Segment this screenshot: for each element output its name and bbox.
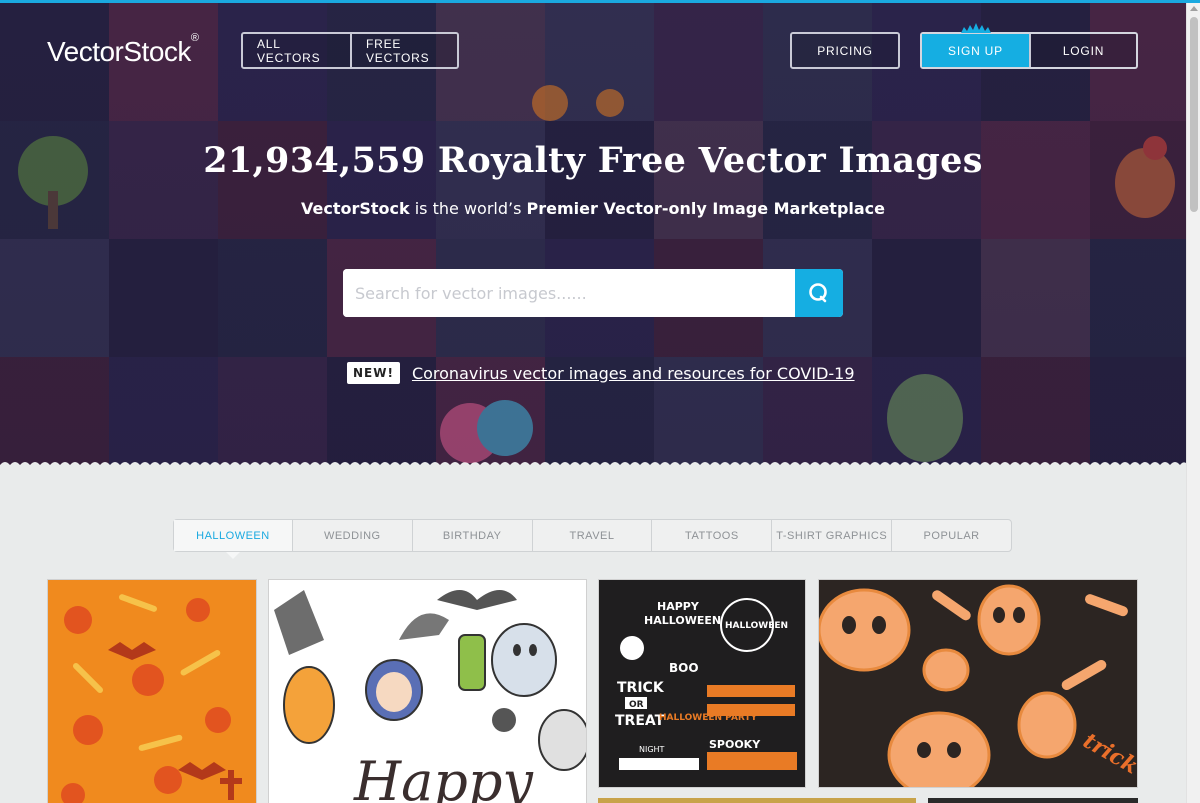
search-bar	[343, 269, 843, 317]
search-button[interactable]	[795, 269, 843, 317]
login-button[interactable]: LOGIN	[1029, 34, 1136, 67]
pumpkin-pattern-image: trick or treat	[819, 584, 1138, 788]
zombie-illustration	[887, 374, 963, 462]
gallery-thumb-gold[interactable]	[598, 798, 916, 803]
auth-group: SIGN UP LOGIN	[920, 23, 1138, 69]
scroll-up-arrow-icon[interactable]	[1190, 6, 1198, 11]
tab-halloween[interactable]: HALLOWEEN	[174, 520, 292, 551]
hero-zigzag-edge	[0, 462, 1186, 468]
hero-banner: VectorStock® ALL VECTORS FREE VECTORS PR…	[0, 3, 1186, 468]
gallery-thumb-happy-halloween-doodles[interactable]: Happy	[268, 579, 587, 803]
new-badge: NEW!	[347, 362, 400, 384]
halloween-decor	[532, 85, 624, 121]
halloween-doodles-image: Happy	[274, 590, 586, 803]
label-happy: HAPPY	[657, 600, 700, 613]
sign-up-label: SIGN UP	[948, 43, 1003, 58]
tab-tattoos[interactable]: TATTOOS	[651, 520, 771, 551]
badge-burst-icon	[960, 23, 991, 33]
label-spooky: SPOOKY	[709, 738, 761, 751]
subline-brand: VectorStock	[300, 199, 410, 218]
promo-banner: NEW! Coronavirus vector images and resou…	[347, 362, 855, 384]
search-icon	[809, 283, 827, 303]
tab-travel[interactable]: TRAVEL	[531, 520, 652, 551]
tab-popular[interactable]: POPULAR	[891, 520, 1011, 551]
gallery-thumb-halloween-labels[interactable]: HAPPY HALLOWEEN HALLOWEEN BOO TRICK OR T…	[598, 579, 806, 788]
gallery-thumb-halloween-pattern[interactable]	[47, 579, 257, 803]
search-input[interactable]	[343, 269, 795, 317]
subline-text: is the world’s	[409, 199, 527, 218]
vectorstock-logo[interactable]: VectorStock®	[47, 32, 199, 68]
halloween-pattern-image	[61, 594, 242, 803]
page-headline: 21,934,559 Royalty Free Vector Images	[203, 140, 983, 181]
vector-filter-group: ALL VECTORS FREE VECTORS	[241, 32, 459, 69]
tab-wedding[interactable]: WEDDING	[291, 520, 412, 551]
logo-registered-mark: ®	[190, 31, 199, 44]
happy-script-text: Happy	[353, 750, 534, 803]
tab-t-shirt-graphics[interactable]: T-SHIRT GRAPHICS	[771, 520, 891, 551]
label-night: NIGHT	[639, 745, 665, 754]
circles-illustration	[440, 400, 533, 463]
tab-birthday[interactable]: BIRTHDAY	[411, 520, 532, 551]
top-accent-line	[0, 0, 1200, 3]
active-tab-pointer	[226, 552, 240, 559]
label-treat: TREAT	[615, 713, 665, 729]
pricing-group: PRICING	[790, 32, 900, 69]
trick-or-treat-text: trick or treat	[1079, 728, 1138, 788]
label-trick: TRICK	[617, 680, 665, 696]
all-vectors-button[interactable]: ALL VECTORS	[243, 34, 350, 67]
gallery-thumb-pumpkin-pattern[interactable]: trick or treat	[818, 579, 1138, 788]
gallery-thumb-dark[interactable]	[928, 798, 1138, 803]
sign-up-button[interactable]: SIGN UP	[922, 23, 1029, 67]
free-vectors-button[interactable]: FREE VECTORS	[350, 34, 457, 67]
page-subheadline: VectorStock is the world’s Premier Vecto…	[0, 199, 1186, 218]
category-tabs: HALLOWEEN WEDDING BIRTHDAY TRAVEL TATTOO…	[173, 519, 1012, 552]
logo-text: VectorStock	[47, 36, 191, 67]
pricing-button[interactable]: PRICING	[792, 34, 898, 67]
subline-strong: Premier Vector-only Image Marketplace	[526, 199, 886, 218]
label-halloween-badge: HALLOWEEN	[725, 621, 788, 631]
label-boo: BOO	[669, 661, 699, 675]
scrollbar-thumb[interactable]	[1190, 17, 1198, 212]
label-halloween: HALLOWEEN	[644, 614, 721, 627]
halloween-labels-image: HAPPY HALLOWEEN HALLOWEEN BOO TRICK OR T…	[615, 598, 797, 770]
covid-resources-link[interactable]: Coronavirus vector images and resources …	[412, 364, 855, 383]
page-scrollbar[interactable]	[1186, 3, 1200, 803]
label-or: OR	[629, 700, 644, 710]
